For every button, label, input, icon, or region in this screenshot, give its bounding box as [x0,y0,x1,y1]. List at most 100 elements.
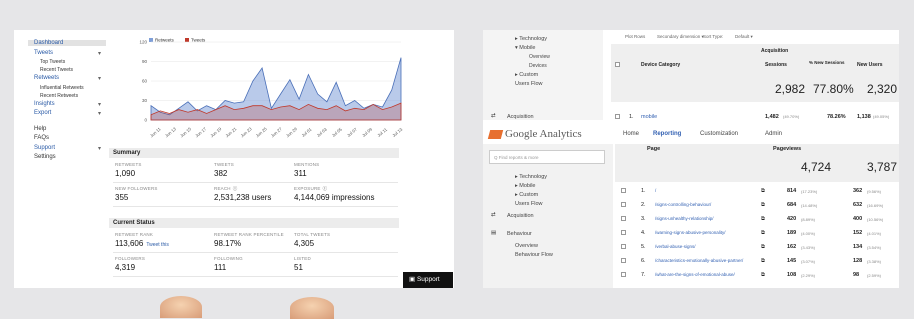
row-checkbox[interactable] [621,244,626,249]
sidebar-item-recent-tweets[interactable]: Recent Tweets [40,67,73,73]
column-new-sessions[interactable]: % New Sessions [809,60,845,65]
sidebar-item-faqs[interactable]: FAQs [34,135,49,141]
report-nav-item[interactable]: Devices [529,63,547,69]
report-nav-item[interactable]: ▸ Technology [515,36,547,42]
behaviour-subitem[interactable]: Behaviour Flow [515,252,553,258]
report-nav-item[interactable]: Users Flow [515,81,543,87]
row-unique-pct: (3.54%) [867,245,882,250]
sidebar-item-influential-retweets[interactable]: Influential Retweets [40,85,84,91]
column-new-users[interactable]: New Users [857,62,883,68]
ga-nav-item[interactable]: ▸ Mobile [515,183,536,189]
open-link-icon[interactable]: ⧉ [761,202,765,209]
info-icon[interactable]: ⓘ [323,186,328,191]
report-nav-item[interactable]: ▸ Custom [515,72,538,78]
row-checkbox[interactable] [621,258,626,263]
toolbar-control[interactable]: Plot Rows [625,34,645,39]
toolbar-control[interactable]: Secondary dimension ▾ [657,34,704,40]
open-link-icon[interactable]: ⧉ [761,230,765,237]
row-page-link[interactable]: /signs-unhealthy-relationship/ [655,216,714,221]
nav-behaviour[interactable]: Behaviour [507,231,532,237]
chevron-down-icon[interactable]: ▾ [98,110,101,117]
column-sessions[interactable]: Sessions [765,62,787,68]
row-checkbox[interactable] [621,202,626,207]
person-head-image [160,296,202,318]
tweet-this-link[interactable]: Tweet this [146,242,169,248]
row-page-link[interactable]: /what-are-the-signs-of-emotional-abuse/ [655,272,735,277]
open-link-icon[interactable]: ⧉ [761,244,765,251]
open-link-icon[interactable]: ⧉ [761,188,765,195]
support-button[interactable]: ▣ Support [403,272,453,288]
sidebar-item-export[interactable]: Export [34,110,51,116]
tab-home[interactable]: Home [623,131,639,137]
sidebar-item-dashboard[interactable]: Dashboard [28,40,106,46]
open-link-icon[interactable]: ⧉ [761,258,765,265]
report-nav-item[interactable]: ▾ Mobile [515,45,536,51]
row-unique-pct: (9.56%) [867,189,882,194]
info-icon[interactable]: ⓘ [233,186,238,191]
row-unique-pct: (3.38%) [867,259,882,264]
google-analytics-logo[interactable]: Google Analytics [487,128,582,140]
sidebar-item-insights[interactable]: Insights [34,101,55,107]
row-page-link[interactable]: /verbal-abuse-signs/ [655,244,696,249]
sidebar-item-retweets[interactable]: Retweets [34,75,59,81]
stat-value: 355 [115,193,129,202]
report-nav-background [483,30,603,120]
row-checkbox[interactable] [621,216,626,221]
row-pageviews: 162 [787,244,797,250]
open-link-icon[interactable]: ⧉ [761,272,765,279]
sidebar-item-support[interactable]: Support [34,145,55,151]
toolbar-control[interactable]: Sort Type: [703,34,723,39]
sidebar-item-top-tweets[interactable]: Top Tweets [40,59,65,65]
row-checkbox[interactable] [621,188,626,193]
row-unique-pct: (10.56%) [867,217,884,222]
row-page-link[interactable]: /signs-controlling-behaviour/ [655,202,711,207]
toolbar-control[interactable]: Default ▾ [735,34,753,40]
ga-nav-item[interactable]: ▸ Technology [515,174,547,180]
chevron-down-icon[interactable]: ▾ [98,101,101,108]
nav-acquisition[interactable]: Acquisition [507,114,534,120]
row-device-link[interactable]: mobile [641,114,657,120]
row-checkbox[interactable] [615,114,620,119]
column-page[interactable]: Page [647,146,660,152]
row-checkbox[interactable] [621,272,626,277]
row-page-link[interactable]: / [655,188,656,193]
x-tick-label: Jul 07 [346,126,358,138]
stat-value: 2,531,238 users [214,193,272,202]
tab-admin[interactable]: Admin [765,131,782,137]
sidebar-item-recent-retweets[interactable]: Recent Retweets [40,93,78,99]
row-unique-pct: (16.69%) [867,203,884,208]
row-page-link[interactable]: /warning-signs-abusive-personality/ [655,230,726,235]
analytics-logo-icon [487,129,504,139]
y-tick-label: 90 [142,59,148,64]
chevron-down-icon[interactable]: ▾ [98,145,101,152]
sidebar-item-help[interactable]: Help [34,126,46,132]
search-reports-input[interactable]: Q Find reports & more [489,150,605,164]
row-sessions: 1,482 [765,114,779,120]
select-all-checkbox[interactable] [615,62,620,67]
x-tick-label: Jun 13 [164,126,178,139]
y-tick-label: 120 [139,40,147,45]
column-pageviews[interactable]: Pageviews [773,146,801,152]
stat-value: 1,090 [115,169,136,178]
column-device-category[interactable]: Device Category [641,62,680,68]
tab-customization[interactable]: Customization [700,131,738,137]
sidebar-item-tweets[interactable]: Tweets [34,50,53,56]
row-page-link[interactable]: /characteristics-emotionally-abusive-par… [655,258,743,263]
row-pageviews-pct: (4.00%) [801,231,816,236]
ga-nav-item[interactable]: ▸ Custom [515,192,538,198]
divider [113,182,398,183]
ga-nav-item[interactable]: Users Flow [515,201,543,207]
chevron-down-icon[interactable]: ▾ [98,50,101,57]
table-header-background [611,44,899,102]
report-nav-item[interactable]: Overview [529,54,550,60]
chevron-down-icon[interactable]: ▾ [98,75,101,82]
x-tick-label: Jun 25 [255,126,269,139]
behaviour-subitem[interactable]: Overview [515,243,538,249]
row-index: 3. [641,216,646,222]
sidebar-item-settings[interactable]: Settings [34,154,56,160]
tab-reporting[interactable]: Reporting [653,131,681,137]
nav-acquisition[interactable]: Acquisition [507,213,534,219]
stat-label: Followers [115,256,146,261]
open-link-icon[interactable]: ⧉ [761,216,765,223]
row-checkbox[interactable] [621,230,626,235]
